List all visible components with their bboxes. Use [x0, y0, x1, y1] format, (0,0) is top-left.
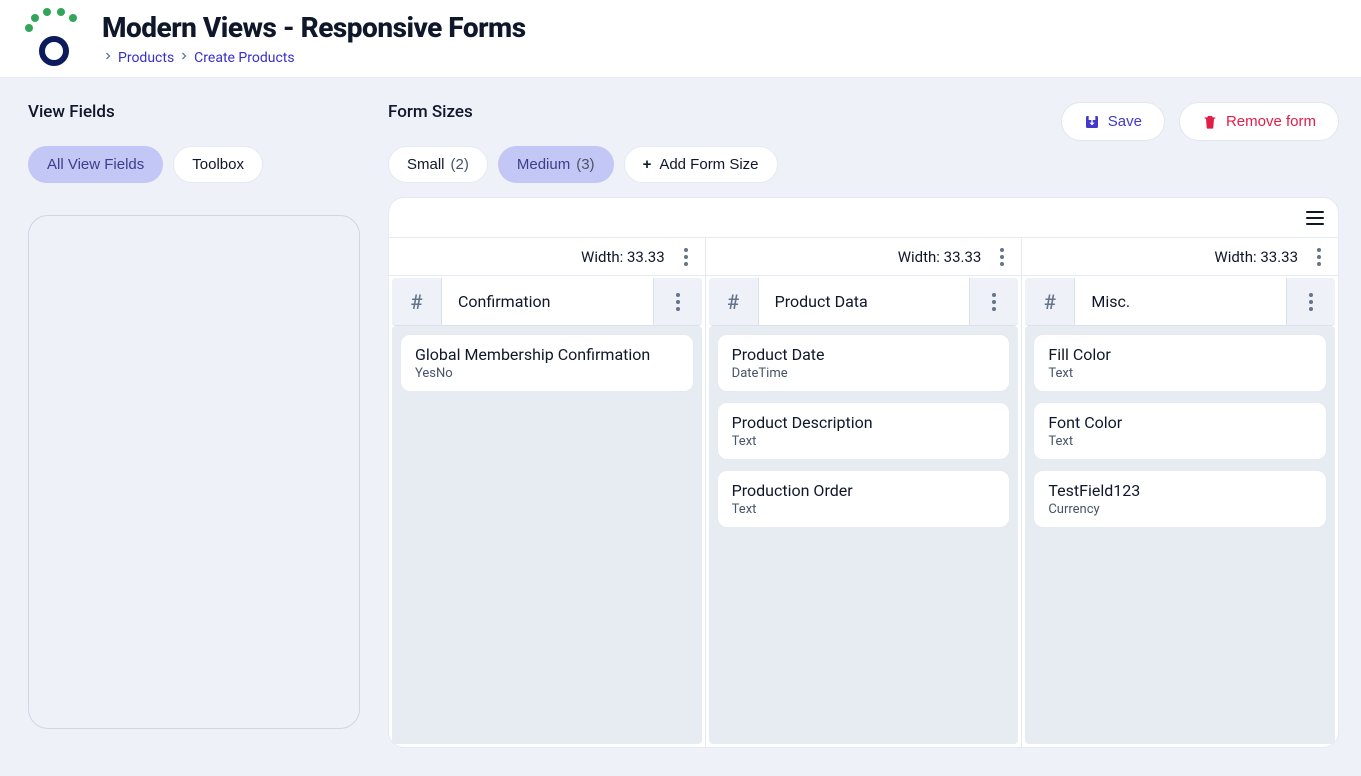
breadcrumb-link-products[interactable]: Products [118, 50, 174, 66]
field-type: Text [1048, 366, 1312, 381]
trash-icon [1202, 114, 1218, 130]
view-fields-dropzone[interactable] [28, 215, 360, 729]
column-width-menu-icon[interactable] [675, 244, 697, 270]
column-body[interactable]: Fill Color Text Font Color Text TestField123… [1025, 326, 1335, 744]
size-pill-count: (2) [451, 157, 469, 172]
kebab-icon [983, 289, 1005, 315]
form-column: Width: 33.33 #Confirmation Global Membersh… [389, 238, 706, 747]
view-fields-panel: View Fields All View Fields Toolbox [0, 78, 388, 776]
field-type: Text [1048, 434, 1312, 449]
field-name: TestField123 [1048, 481, 1312, 500]
field-card[interactable]: TestField123 Currency [1033, 470, 1327, 528]
column-width-row: Width: 33.33 [389, 238, 705, 276]
column-width-label: Width: 33.33 [898, 248, 982, 266]
column-width-menu-icon[interactable] [1308, 244, 1330, 270]
size-pill-label: Medium [517, 157, 570, 172]
size-pill-medium[interactable]: Medium (3) [498, 146, 614, 183]
kebab-icon [1300, 289, 1322, 315]
save-button[interactable]: Save [1061, 102, 1165, 141]
field-name: Global Membership Confirmation [415, 345, 679, 364]
tab-all-view-fields[interactable]: All View Fields [28, 146, 163, 183]
column-title: Product Data [759, 278, 971, 325]
column-header: #Misc. [1025, 278, 1335, 326]
field-type: Text [732, 502, 996, 517]
column-header-menu[interactable] [654, 278, 702, 325]
app-logo [18, 10, 82, 68]
column-header-menu[interactable] [970, 278, 1018, 325]
field-card[interactable]: Fill Color Text [1033, 334, 1327, 392]
field-type: YesNo [415, 366, 679, 381]
field-name: Product Date [732, 345, 996, 364]
hash-icon: # [392, 278, 442, 325]
field-card[interactable]: Product Date DateTime [717, 334, 1011, 392]
field-card[interactable]: Global Membership Confirmation YesNo [400, 334, 694, 392]
breadcrumb-link-create-products[interactable]: Create Products [194, 50, 294, 66]
field-card[interactable]: Product Description Text [717, 402, 1011, 460]
page-title: Modern Views - Responsive Forms [102, 11, 526, 44]
column-header: #Confirmation [392, 278, 702, 326]
view-fields-title: View Fields [28, 102, 360, 122]
field-card[interactable]: Font Color Text [1033, 402, 1327, 460]
column-header: #Product Data [709, 278, 1019, 326]
column-width-row: Width: 33.33 [706, 238, 1022, 276]
form-layout-board: Width: 33.33#ConfirmationGlobal Membersh… [388, 197, 1339, 748]
chevron-right-icon [102, 50, 114, 66]
app-header: Modern Views - Responsive Forms Products… [0, 0, 1361, 78]
field-name: Product Description [732, 413, 996, 432]
chevron-right-icon [178, 50, 190, 66]
remove-form-button-label: Remove form [1226, 113, 1316, 130]
field-name: Production Order [732, 481, 996, 500]
field-name: Font Color [1048, 413, 1312, 432]
board-menu-icon[interactable] [1306, 211, 1324, 225]
field-card[interactable]: Production Order Text [717, 470, 1011, 528]
save-icon [1084, 114, 1100, 130]
add-form-size-button[interactable]: Add Form Size [624, 146, 778, 183]
kebab-icon [667, 289, 689, 315]
form-column: Width: 33.33 #Product Data Product Date Dat… [706, 238, 1023, 747]
field-type: Text [732, 434, 996, 449]
field-name: Fill Color [1048, 345, 1312, 364]
size-pill-count: (3) [576, 157, 594, 172]
column-body[interactable]: Global Membership Confirmation YesNo [392, 326, 702, 744]
size-pill-small[interactable]: Small (2) [388, 146, 488, 183]
save-button-label: Save [1108, 113, 1142, 130]
tab-toolbox[interactable]: Toolbox [173, 146, 263, 183]
size-pill-label: Small [407, 157, 445, 172]
remove-form-button[interactable]: Remove form [1179, 102, 1339, 141]
column-width-row: Width: 33.33 [1022, 238, 1338, 276]
column-width-label: Width: 33.33 [1214, 248, 1298, 266]
hash-icon: # [709, 278, 759, 325]
field-type: Currency [1048, 502, 1312, 517]
column-title: Confirmation [442, 278, 654, 325]
field-type: DateTime [732, 366, 996, 381]
form-sizes-panel: Form Sizes Small (2) Medium (3) Add Form… [388, 78, 1361, 776]
breadcrumb: Products Create Products [102, 50, 526, 66]
form-sizes-title: Form Sizes [388, 102, 778, 122]
column-title: Misc. [1075, 278, 1287, 325]
hash-icon: # [1025, 278, 1075, 325]
column-width-label: Width: 33.33 [581, 248, 665, 266]
column-width-menu-icon[interactable] [991, 244, 1013, 270]
form-column: Width: 33.33#Misc.Fill ColorTextFont Col… [1022, 238, 1338, 747]
column-body[interactable]: Product Date DateTime Product Description T… [709, 326, 1019, 744]
column-header-menu[interactable] [1287, 278, 1335, 325]
